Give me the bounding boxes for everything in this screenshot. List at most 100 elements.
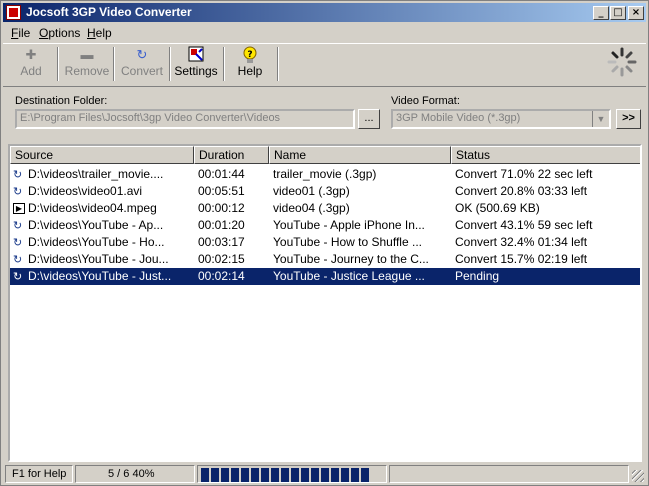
status-help-text: F1 for Help bbox=[5, 465, 73, 483]
table-row[interactable]: ↻ D:\videos\trailer_movie.... 00:01:44 trai… bbox=[10, 166, 640, 183]
progress-block bbox=[301, 468, 309, 482]
column-name[interactable]: Name bbox=[269, 146, 451, 164]
toolbar-separator bbox=[277, 47, 279, 81]
menu-options[interactable]: Options bbox=[39, 26, 80, 40]
name-cell: trailer_movie (.3gp) bbox=[273, 167, 377, 181]
source-cell: D:\videos\YouTube - Ho... bbox=[28, 235, 165, 249]
convert-arrow-icon: ↻ bbox=[13, 236, 23, 249]
duration-cell: 00:01:20 bbox=[198, 218, 245, 232]
status-cell: Convert 32.4% 01:34 left bbox=[455, 235, 588, 249]
column-source[interactable]: Source bbox=[10, 146, 194, 164]
window-title: Jocsoft 3GP Video Converter bbox=[26, 5, 192, 19]
column-status[interactable]: Status bbox=[451, 146, 640, 164]
status-progress-text: 5 / 6 40% bbox=[75, 465, 195, 483]
convert-arrow-icon: ↻ bbox=[13, 168, 23, 181]
source-cell: D:\videos\YouTube - Ap... bbox=[28, 218, 164, 232]
help-button[interactable]: ? Help bbox=[227, 46, 273, 84]
settings-icon bbox=[173, 46, 219, 64]
name-cell: video01 (.3gp) bbox=[273, 184, 350, 198]
toolbar-separator bbox=[113, 47, 115, 81]
convert-arrow-icon: ↻ bbox=[13, 253, 23, 266]
status-cell: Convert 15.7% 02:19 left bbox=[455, 252, 588, 266]
progress-block bbox=[271, 468, 279, 482]
minus-icon: ▬ bbox=[80, 47, 94, 62]
progress-block bbox=[211, 468, 219, 482]
table-row[interactable]: ↻ D:\videos\YouTube - Just... 00:02:14 YouT… bbox=[10, 268, 640, 285]
table-row[interactable]: ↻ D:\videos\YouTube - Ap... 00:01:20 YouTub… bbox=[10, 217, 640, 234]
source-cell: D:\videos\YouTube - Jou... bbox=[28, 252, 169, 266]
convert-button[interactable]: ↻ Convert bbox=[117, 46, 167, 84]
progress-bar bbox=[201, 468, 379, 482]
settings-panel: Destination Folder: E:\Program Files\Joc… bbox=[3, 86, 646, 142]
progress-block bbox=[361, 468, 369, 482]
name-cell: YouTube - Apple iPhone In... bbox=[273, 218, 425, 232]
progress-block bbox=[351, 468, 359, 482]
progress-block bbox=[241, 468, 249, 482]
status-cell: OK (500.69 KB) bbox=[455, 201, 540, 215]
maximize-button[interactable]: □ bbox=[610, 6, 626, 20]
progress-block bbox=[251, 468, 259, 482]
busy-spinner-icon bbox=[606, 46, 638, 78]
duration-cell: 00:01:44 bbox=[198, 167, 245, 181]
progress-block bbox=[221, 468, 229, 482]
convert-arrow-icon: ↻ bbox=[13, 270, 23, 283]
plus-icon: ✚ bbox=[25, 47, 37, 62]
svg-text:?: ? bbox=[247, 50, 252, 60]
progress-block bbox=[281, 468, 289, 482]
status-cell: Convert 43.1% 59 sec left bbox=[455, 218, 593, 232]
status-cell: Convert 20.8% 03:33 left bbox=[455, 184, 588, 198]
settings-button[interactable]: Settings bbox=[173, 46, 219, 84]
table-row[interactable]: ↻ D:\videos\YouTube - Jou... 00:02:15 YouTu… bbox=[10, 251, 640, 268]
remove-button[interactable]: ▬ Remove bbox=[61, 46, 113, 84]
column-duration[interactable]: Duration bbox=[194, 146, 269, 164]
progress-block bbox=[321, 468, 329, 482]
table-row[interactable]: ↻ D:\videos\YouTube - Ho... 00:03:17 YouTub… bbox=[10, 234, 640, 251]
duration-cell: 00:02:14 bbox=[198, 269, 245, 283]
duration-cell: 00:02:15 bbox=[198, 252, 245, 266]
convert-arrow-icon: ↻ bbox=[13, 185, 23, 198]
destination-label: Destination Folder: bbox=[15, 95, 108, 107]
name-cell: YouTube - Journey to the C... bbox=[273, 252, 429, 266]
app-icon[interactable] bbox=[6, 5, 21, 20]
video-list[interactable]: Source Duration Name Status ↻ D:\videos\t… bbox=[8, 144, 642, 462]
menu-bar: File Options Help bbox=[3, 23, 646, 42]
name-cell: video04 (.3gp) bbox=[273, 201, 350, 215]
toolbar-separator bbox=[223, 47, 225, 81]
status-cell: Convert 71.0% 22 sec left bbox=[455, 167, 593, 181]
play-box-icon: ▶ bbox=[13, 203, 25, 214]
convert-arrow-icon: ↻ bbox=[13, 219, 23, 232]
minimize-button[interactable]: _ bbox=[593, 6, 609, 20]
source-cell: D:\videos\video01.avi bbox=[28, 184, 143, 198]
add-button[interactable]: ✚ Add bbox=[7, 46, 55, 84]
toolbar-separator bbox=[169, 47, 171, 81]
progress-block bbox=[311, 468, 319, 482]
toolbar-separator bbox=[57, 47, 59, 81]
app-window: Jocsoft 3GP Video Converter _ □ × File O… bbox=[0, 0, 649, 486]
video-format-label: Video Format: bbox=[391, 95, 460, 107]
menu-file[interactable]: File bbox=[11, 26, 30, 40]
source-cell: D:\videos\trailer_movie.... bbox=[28, 167, 164, 181]
source-cell: D:\videos\YouTube - Just... bbox=[28, 269, 172, 283]
progress-block bbox=[201, 468, 209, 482]
duration-cell: 00:03:17 bbox=[198, 235, 245, 249]
progress-block bbox=[341, 468, 349, 482]
progress-block bbox=[231, 468, 239, 482]
destination-folder-field[interactable]: E:\Program Files\Jocsoft\3gp Video Conve… bbox=[15, 109, 355, 129]
status-cell: Pending bbox=[455, 269, 500, 283]
close-button[interactable]: × bbox=[628, 6, 644, 20]
table-row[interactable]: ↻ D:\videos\video01.avi 00:05:51 video01 (.… bbox=[10, 183, 640, 200]
help-bulb-icon: ? bbox=[227, 46, 273, 64]
name-cell: YouTube - Justice League ... bbox=[273, 269, 425, 283]
video-format-select[interactable]: 3GP Mobile Video (*.3gp) ▼ bbox=[391, 109, 611, 129]
table-row[interactable]: ▶ D:\videos\video04.mpeg 00:00:12 video04 (… bbox=[10, 200, 640, 217]
name-cell: YouTube - How to Shuffle ... bbox=[273, 235, 422, 249]
resize-grip[interactable] bbox=[632, 470, 644, 482]
title-bar[interactable]: Jocsoft 3GP Video Converter _ □ × bbox=[3, 3, 646, 22]
chevron-down-icon[interactable]: ▼ bbox=[592, 111, 609, 127]
progress-block bbox=[331, 468, 339, 482]
next-format-button[interactable]: >> bbox=[616, 109, 641, 129]
menu-help[interactable]: Help bbox=[87, 26, 112, 40]
toolbar: ✚ Add ▬ Remove ↻ Convert Settings ? Help bbox=[3, 43, 646, 84]
browse-button[interactable]: ... bbox=[358, 109, 380, 129]
status-bar: F1 for Help 5 / 6 40% bbox=[3, 464, 646, 484]
